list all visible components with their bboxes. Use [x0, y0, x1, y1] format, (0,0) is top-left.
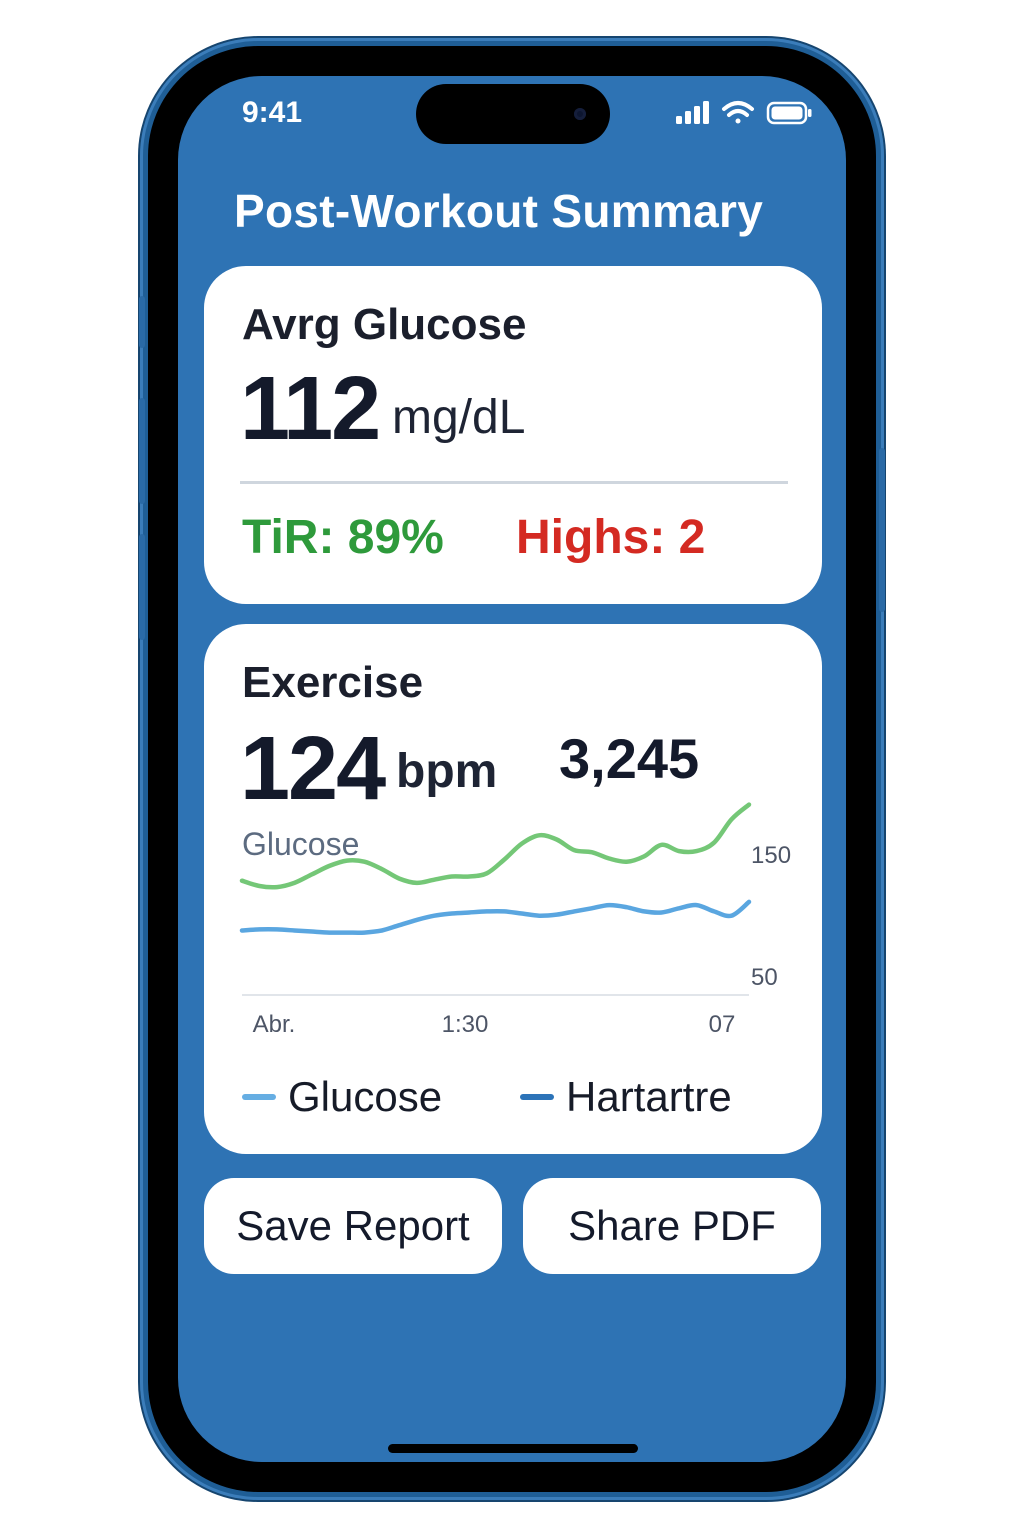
- exercise-card[interactable]: Exercise 124 bpm 3,245 Glucose Abr. 1:30 0…: [204, 624, 822, 1154]
- status-icons: [676, 101, 812, 125]
- chart-series-layer: [239, 802, 752, 935]
- front-camera-icon: [574, 108, 586, 120]
- page-title: Post-Workout Summary: [234, 185, 764, 237]
- avg-glucose-unit: mg/dL: [392, 391, 526, 444]
- highs-count-stat: Highs: 2: [516, 511, 706, 564]
- chart-y-ticks: 150 50: [751, 842, 791, 991]
- side-button-volume-up: [139, 398, 145, 504]
- chart-x-tick-label: 1:30: [442, 1011, 489, 1038]
- glucose-heart-rate-chart: Glucose Abr. 1:30 07 150 50: [239, 802, 791, 1038]
- legend-swatch-hartartre: [520, 1094, 554, 1100]
- chart-y-tick-label: 50: [751, 964, 778, 991]
- wifi-icon: [722, 101, 754, 124]
- avg-glucose-card[interactable]: Avrg Glucose 112 mg/dL TiR: 89% Highs: 2: [204, 266, 822, 604]
- legend-label-glucose: Glucose: [288, 1073, 443, 1120]
- share-pdf-button[interactable]: Share PDF: [523, 1178, 821, 1274]
- status-time: 9:41: [242, 96, 303, 129]
- battery-icon: [766, 101, 812, 125]
- glucose-card-divider: [240, 481, 788, 484]
- time-in-range-stat: TiR: 89%: [242, 511, 444, 564]
- legend-item-glucose: Glucose: [242, 1072, 442, 1122]
- side-button-power: [879, 448, 885, 612]
- side-button-silent: [139, 296, 145, 348]
- legend-swatch-glucose: [242, 1094, 276, 1100]
- save-report-button[interactable]: Save Report: [204, 1178, 502, 1274]
- cellular-signal-icon: [676, 101, 709, 124]
- side-button-volume-down: [139, 534, 145, 640]
- legend-item-hartartre: Hartartre: [520, 1072, 732, 1122]
- avg-glucose-title: Avrg Glucose: [242, 300, 527, 349]
- chart-series-line-2: [239, 899, 752, 935]
- legend-label-hartartre: Hartartre: [566, 1073, 732, 1120]
- chart-title: Glucose: [242, 826, 359, 862]
- chart-x-ticks: Abr. 1:30 07: [253, 1011, 736, 1038]
- avg-glucose-value: 112: [240, 359, 381, 459]
- chart-y-tick-label: 150: [751, 842, 791, 869]
- chart-x-tick-label: 07: [709, 1011, 736, 1038]
- home-indicator[interactable]: [388, 1444, 638, 1453]
- chart-x-tick-label: Abr.: [253, 1011, 296, 1038]
